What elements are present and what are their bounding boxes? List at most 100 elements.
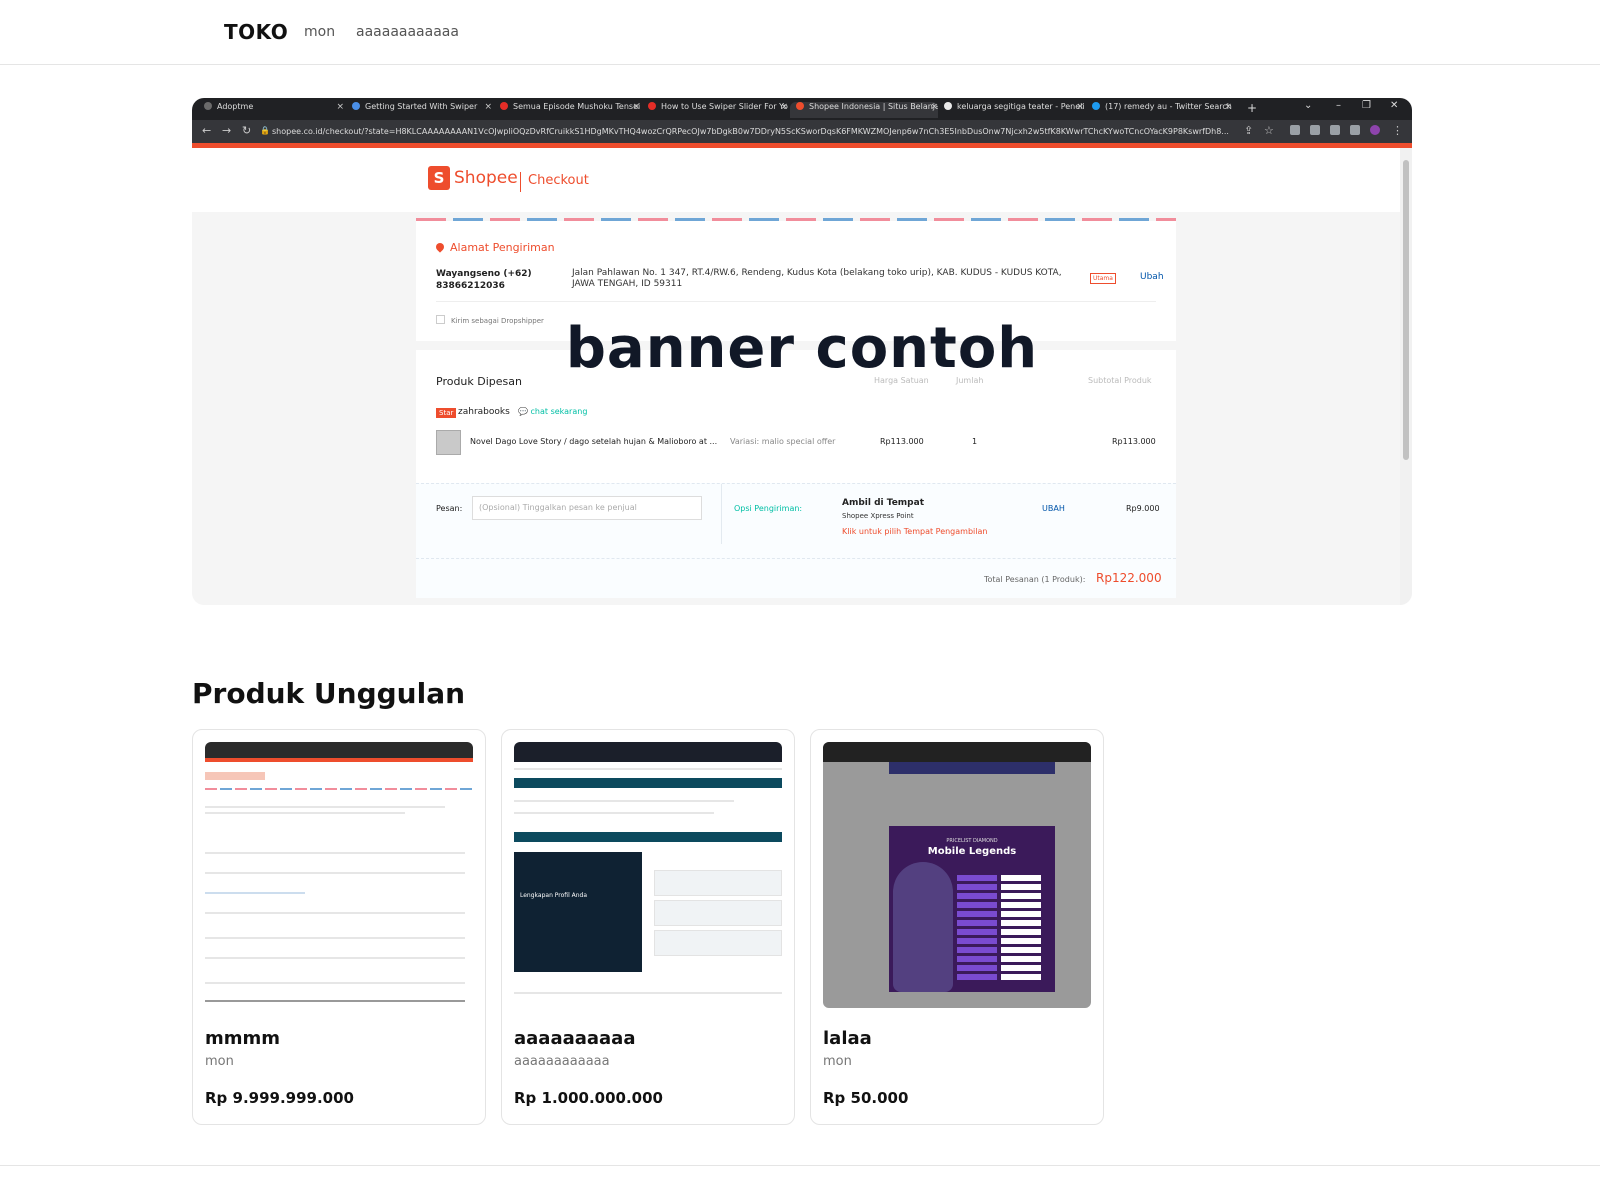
pickup-link: Klik untuk pilih Tempat Pengambilan	[842, 527, 988, 536]
browser-tab: keluarga segitiga teater - Peneliti ×	[944, 102, 1084, 118]
new-tab-icon: +	[1247, 101, 1258, 115]
reload-icon: ↻	[242, 124, 252, 137]
thumbnail-line	[514, 800, 734, 802]
shipping-point: Shopee Xpress Point	[842, 512, 914, 520]
message-field: (Opsional) Tinggalkan pesan ke penjual	[472, 496, 702, 520]
poster-subtitle: PRICELIST DIAMOND	[946, 838, 998, 844]
product-price: Rp 50.000	[823, 1089, 909, 1107]
browser-tab: Adoptme ×	[204, 102, 344, 118]
thumbnail-box	[654, 870, 782, 896]
thumbnail-line	[205, 852, 465, 854]
price-row	[957, 956, 1041, 971]
chat-now-link: 💬 chat sekarang	[518, 407, 588, 416]
hero-banner[interactable]: Adoptme × Getting Started With Swiper × Se…	[192, 98, 1412, 605]
thumbnail-heading: Lengkapan Profil Anda	[520, 892, 588, 899]
product-name: mmmm	[205, 1028, 281, 1049]
order-total-row: Total Pesanan (1 Produk): Rp122.000	[416, 558, 1176, 598]
shop-name: zahrabooks	[458, 407, 510, 417]
nav-link-aaaaaaaaaaaa[interactable]: aaaaaaaaaaaa	[356, 24, 459, 40]
price-row	[957, 902, 1041, 917]
thumbnail-line	[205, 892, 305, 894]
price-row	[957, 893, 1041, 908]
thumbnail-teal-bar	[514, 832, 782, 842]
top-navbar: TOKO mon aaaaaaaaaaaa	[0, 0, 1600, 65]
shipping-method: Ambil di Tempat	[842, 498, 924, 508]
footer-divider	[0, 1165, 1600, 1166]
youtube-icon	[500, 102, 508, 110]
close-icon: ×	[1076, 102, 1084, 112]
close-icon: ×	[632, 102, 640, 112]
price-row	[957, 911, 1041, 926]
chevron-down-icon: ⌄	[1304, 100, 1313, 111]
price-row	[957, 929, 1041, 944]
price-row	[957, 884, 1041, 899]
item-price: Rp113.000	[880, 437, 924, 446]
poster-title: Mobile Legends	[927, 846, 1017, 857]
product-category: mon	[823, 1054, 852, 1069]
thumbnail-dark-panel: Lengkapan Profil Anda	[514, 852, 642, 972]
puzzle-icon	[1310, 125, 1320, 135]
message-shipping-row: Pesan: (Opsional) Tinggalkan pesan ke pe…	[416, 483, 1176, 558]
tab-favicon-icon	[352, 102, 360, 110]
forward-icon: →	[222, 124, 232, 137]
product-image: PRICELIST DIAMOND Mobile Legends	[823, 742, 1091, 1008]
product-image: Lengkapan Profil Anda	[514, 742, 782, 1008]
tab-label: How to Use Swiper Slider For Yo	[661, 102, 788, 111]
total-label: Total Pesanan (1 Produk):	[984, 575, 1086, 584]
browser-tabs: Adoptme × Getting Started With Swiper × Se…	[192, 98, 1412, 120]
thumbnail-envelope	[205, 788, 473, 790]
change-shipping-link: UBAH	[1042, 504, 1065, 513]
close-icon: ×	[930, 102, 938, 112]
location-pin-icon	[434, 241, 446, 253]
product-category: mon	[205, 1054, 234, 1069]
thumbnail-line	[514, 992, 782, 994]
price-row	[957, 920, 1041, 935]
price-row	[957, 947, 1041, 962]
total-value: Rp122.000	[1096, 571, 1162, 585]
recipient-name: Wayangseno (+62) 83866212036	[436, 269, 532, 291]
price-row	[957, 866, 1041, 881]
thumbnail-line	[205, 806, 445, 808]
item-subtotal: Rp113.000	[1112, 437, 1156, 446]
item-name: Novel Dago Love Story / dago setelah huj…	[470, 437, 718, 446]
shipping-label: Opsi Pengiriman:	[734, 504, 803, 513]
thumbnail-line	[205, 1000, 465, 1002]
thumbnail-box	[654, 930, 782, 956]
shipping-cost: Rp9.000	[1126, 504, 1160, 513]
nav-link-mon[interactable]: mon	[304, 24, 335, 40]
thumbnail-browser-bar	[514, 742, 782, 762]
thumbnail-line	[205, 982, 465, 984]
thumbnail-line	[205, 957, 465, 959]
item-variant: Variasi: malio special offer	[730, 437, 836, 446]
product-card[interactable]: Lengkapan Profil Anda aaaaaaaaaa aaaaaaa…	[501, 729, 795, 1125]
thumbnail-line	[205, 937, 465, 939]
star-icon: ☆	[1264, 124, 1274, 137]
back-icon: ←	[202, 124, 212, 137]
divider	[436, 301, 1156, 302]
product-card[interactable]: mmmm mon Rp 9.999.999.000	[192, 729, 486, 1125]
message-label: Pesan:	[436, 504, 463, 513]
brand-logo[interactable]: TOKO	[224, 20, 288, 44]
browser-tab: (17) remedy au - Twitter Search ×	[1092, 102, 1232, 118]
browser-chrome-image: Adoptme × Getting Started With Swiper × Se…	[192, 98, 1412, 143]
thumbnail-orange-bar	[205, 758, 473, 762]
youtube-icon	[648, 102, 656, 110]
product-card[interactable]: PRICELIST DIAMOND Mobile Legends lalaa m…	[810, 729, 1104, 1125]
product-price: Rp 1.000.000.000	[514, 1089, 663, 1107]
extension-icon	[1290, 125, 1300, 135]
tab-label: (17) remedy au - Twitter Search	[1105, 102, 1232, 111]
browser-tab: Semua Episode Mushoku Tensei ×	[500, 102, 640, 118]
tab-favicon-icon	[204, 102, 212, 110]
tab-label: Getting Started With Swiper	[365, 102, 478, 111]
divider	[721, 484, 722, 544]
close-window-icon: ✕	[1390, 100, 1399, 111]
chat-label: chat sekarang	[530, 407, 588, 416]
restore-icon: ❐	[1362, 100, 1371, 111]
scroll-thumb	[1403, 160, 1409, 460]
price-row	[957, 875, 1041, 890]
product-category: aaaaaaaaaaaa	[514, 1054, 610, 1069]
banner-title: banner contoh	[565, 316, 1039, 381]
product-name: aaaaaaaaaa	[514, 1028, 636, 1049]
browser-tab: How to Use Swiper Slider For Yo ×	[648, 102, 788, 118]
thumbnail-line	[514, 768, 782, 770]
